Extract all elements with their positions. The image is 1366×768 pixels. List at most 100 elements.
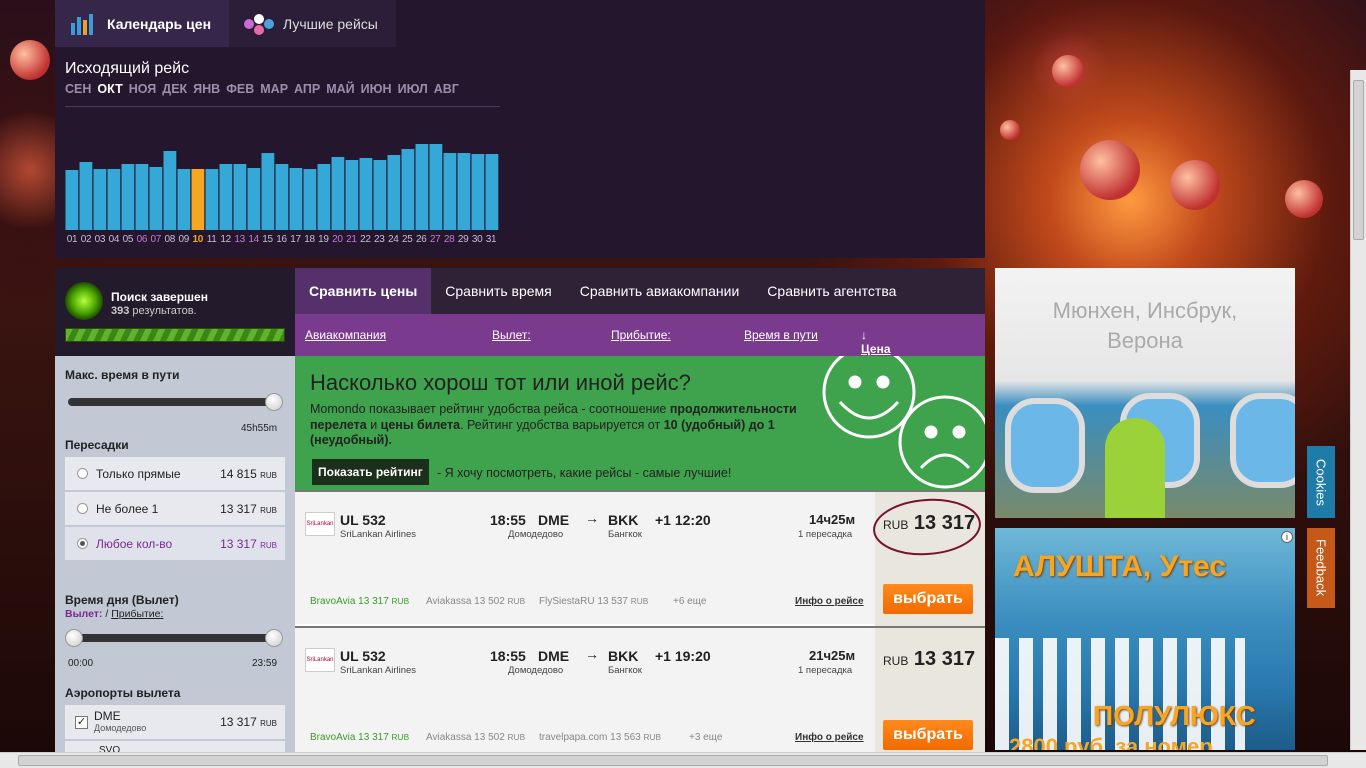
sort-airline[interactable]: Авиакомпания	[305, 328, 386, 342]
month-1[interactable]: ОКТ	[97, 82, 122, 96]
arr-time: +1 12:20	[655, 512, 711, 528]
info-icon[interactable]: i	[1281, 531, 1293, 543]
price-bar-01[interactable]	[65, 170, 79, 230]
tab-price-calendar[interactable]: Календарь цен	[55, 0, 230, 47]
month-9[interactable]: ИЮН	[361, 82, 392, 96]
select-button[interactable]: выбрать	[883, 584, 973, 614]
price-bar-28[interactable]	[443, 153, 457, 230]
month-7[interactable]: АПР	[294, 82, 320, 96]
vertical-scrollbar[interactable]	[1350, 70, 1366, 750]
flight-info-link[interactable]: Инфо о рейсе	[795, 596, 864, 607]
price-bar-16[interactable]	[275, 164, 289, 230]
stops-info: 1 пересадка	[798, 529, 853, 540]
price-bar-11[interactable]	[205, 169, 219, 230]
price-bar-29[interactable]	[457, 153, 471, 230]
time-slider-track[interactable]	[68, 634, 282, 642]
show-rating-button[interactable]: Показать рейтинг	[312, 459, 429, 485]
flight-info-link[interactable]: Инфо о рейсе	[795, 732, 864, 743]
price-bar-15[interactable]	[261, 153, 275, 230]
price-bar-17[interactable]	[289, 168, 303, 230]
price-bar-21[interactable]	[345, 160, 359, 230]
promo-text: Momondo показывает рейтинг удобства рейс…	[310, 402, 797, 447]
price-bar-27[interactable]	[429, 144, 443, 230]
month-3[interactable]: ДЕК	[162, 82, 187, 96]
price-bar-02[interactable]	[79, 162, 93, 230]
option-label: Не более 1	[96, 501, 159, 516]
tab-compare-prices[interactable]: Сравнить цены	[295, 268, 432, 314]
day-label: 12	[220, 234, 231, 245]
scroll-thumb[interactable]	[18, 755, 1328, 766]
agent-price[interactable]: Aviakassa 13 502 RUB	[426, 732, 525, 743]
airport-option-dme[interactable]: ✓ DME Домодедово 13 317 RUB	[65, 705, 285, 740]
ad-banner-travel[interactable]: Мюнхен, Инсбрук, Верона	[995, 268, 1295, 518]
price-bar-30[interactable]	[471, 154, 485, 230]
checkbox-icon[interactable]: ✓	[75, 715, 88, 729]
price-bar-20[interactable]	[331, 157, 345, 230]
price-bar-08[interactable]	[163, 151, 177, 230]
price-bar-04[interactable]	[107, 169, 121, 230]
price-bar-31[interactable]	[485, 154, 499, 230]
sort-price[interactable]: Цена ↓	[861, 328, 891, 356]
day-label: 20	[332, 234, 343, 245]
price-bar-05[interactable]	[121, 164, 135, 230]
tab-best-flights[interactable]: Лучшие рейсы	[229, 0, 396, 47]
agent-price[interactable]: BravoAvia 13 317 RUB	[310, 732, 409, 743]
month-5[interactable]: ФЕВ	[226, 82, 254, 96]
month-10[interactable]: ИЮЛ	[398, 82, 428, 96]
promo-hint: - Я хочу посмотреть, какие рейсы - самые…	[437, 466, 732, 480]
agent-price[interactable]: Aviakassa 13 502 RUB	[426, 596, 525, 607]
price-bar-26[interactable]	[415, 144, 429, 230]
month-0[interactable]: СЕН	[65, 82, 91, 96]
price-bar-10[interactable]	[191, 169, 205, 230]
dep-city: Домодедово	[508, 529, 564, 540]
more-agents-link[interactable]: +3 еще	[689, 732, 722, 743]
price-bar-25[interactable]	[401, 149, 415, 230]
sort-departure[interactable]: Вылет:	[492, 328, 531, 342]
time-mode-dep[interactable]: Вылет:	[65, 608, 102, 620]
price-bar-22[interactable]	[359, 158, 373, 230]
price-bar-06[interactable]	[135, 164, 149, 230]
agent-price[interactable]: travelpapa.com 13 563 RUB	[539, 732, 661, 743]
tab-compare-airlines[interactable]: Сравнить авиакомпании	[566, 268, 754, 314]
decor-ball	[1000, 120, 1020, 140]
time-slider-max-handle[interactable]	[265, 629, 283, 647]
scroll-thumb[interactable]	[1353, 80, 1364, 240]
cookies-tab[interactable]: Cookies	[1307, 446, 1335, 518]
agent-price[interactable]: BravoAvia 13 317 RUB	[310, 596, 409, 607]
sort-duration[interactable]: Время в пути	[744, 328, 818, 342]
select-button[interactable]: выбрать	[883, 720, 973, 750]
stops-option-direct[interactable]: Только прямые 14 815 RUB	[65, 457, 285, 491]
month-4[interactable]: ЯНВ	[193, 82, 220, 96]
price-bar-03[interactable]	[93, 169, 107, 230]
radar-icon	[65, 282, 103, 320]
horizontal-scrollbar[interactable]	[0, 752, 1366, 768]
month-2[interactable]: НОЯ	[129, 82, 157, 96]
price-bar-14[interactable]	[247, 168, 261, 230]
month-8[interactable]: МАЙ	[326, 82, 354, 96]
tab-compare-agencies[interactable]: Сравнить агентства	[753, 268, 910, 314]
time-mode-arr[interactable]: Прибытие:	[111, 608, 163, 620]
stops-option-max1[interactable]: Не более 1 13 317 RUB	[65, 492, 285, 526]
max-time-slider-track[interactable]	[68, 398, 282, 406]
price-bar-09[interactable]	[177, 169, 191, 230]
price-bar-07[interactable]	[149, 167, 163, 230]
month-11[interactable]: АВГ	[434, 82, 459, 96]
max-time-slider-handle[interactable]	[265, 393, 283, 411]
ad-banner-alushta[interactable]: АЛУШТА, Утес i ПОЛУЛЮКС 2800 руб. за ном…	[995, 528, 1295, 750]
price-bar-24[interactable]	[387, 155, 401, 230]
day-labels: 01 02 03 04 05 06 07 08 09 10 11 12 13 14 15 16 17 18 19 20…	[65, 234, 498, 245]
feedback-tab[interactable]: Feedback	[1307, 528, 1335, 608]
more-agents-link[interactable]: +6 еще	[673, 596, 706, 607]
time-slider-min-handle[interactable]	[65, 629, 83, 647]
month-6[interactable]: МАР	[260, 82, 288, 96]
stops-option-any[interactable]: Любое кол-во 13 317 RUB	[65, 527, 285, 561]
price-bar-18[interactable]	[303, 169, 317, 230]
tab-compare-time[interactable]: Сравнить время	[431, 268, 565, 314]
sort-arrival[interactable]: Прибытие:	[611, 328, 671, 342]
price-bar-23[interactable]	[373, 160, 387, 230]
price-bar-19[interactable]	[317, 164, 331, 230]
passenger-figure	[1105, 418, 1165, 518]
agent-price[interactable]: FlySiestaRU 13 537 RUB	[539, 596, 648, 607]
price-bar-13[interactable]	[233, 164, 247, 230]
price-bar-12[interactable]	[219, 164, 233, 230]
